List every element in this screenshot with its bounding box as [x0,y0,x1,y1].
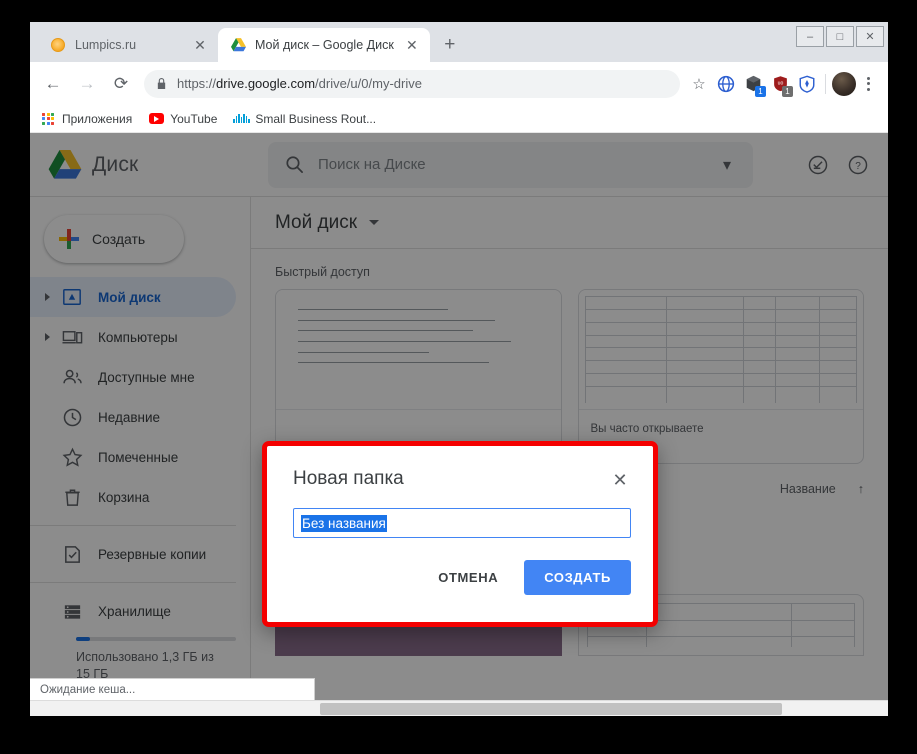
screen-root: Lumpics.ru ✕ Мой диск – Google Диск ✕ + … [0,0,917,754]
url-scheme: https:// [177,76,216,91]
cisco-icon [233,111,249,127]
tab-title: Lumpics.ru [75,38,182,52]
maximize-button[interactable]: □ [826,26,854,47]
apps-grid-icon [40,111,56,127]
shield-extension-icon[interactable] [795,72,819,96]
url-host: drive.google.com [216,76,315,91]
drive-content: Диск Поиск на Диске ▾ [30,133,888,716]
back-icon[interactable]: ← [38,69,68,99]
address-bar[interactable]: https://drive.google.com/drive/u/0/my-dr… [144,70,680,98]
toolbar-divider [825,74,826,94]
orange-circle-icon [50,37,66,53]
browser-toolbar: ← → ⟳ https://drive.google.com/drive/u/0… [30,62,888,105]
bookmark-label: Small Business Rout... [255,112,376,126]
tab-strip: Lumpics.ru ✕ Мой диск – Google Диск ✕ + … [30,22,888,62]
globe-extension-icon[interactable] [714,72,738,96]
folder-name-input[interactable]: Без названия [293,508,631,538]
close-window-button[interactable]: ✕ [856,26,884,47]
horizontal-scrollbar[interactable] [30,700,888,716]
status-bar: Ожидание кеша... [30,678,315,700]
close-icon[interactable]: ✕ [609,469,631,491]
bookmark-apps[interactable]: Приложения [40,111,132,127]
ublock-origin-icon[interactable]: uo 1 [768,72,792,96]
dialog-header: Новая папка ✕ [293,468,631,491]
bookmark-label: YouTube [170,112,217,126]
modal-overlay[interactable] [30,133,888,716]
youtube-icon [148,111,164,127]
badge-count: 1 [782,86,793,97]
close-icon[interactable]: ✕ [192,37,208,53]
google-drive-icon [230,37,246,53]
url-path: /drive/u/0/my-drive [315,76,422,91]
highlight-frame: Новая папка ✕ Без названия ОТМЕНА СОЗДАТ… [262,441,658,627]
tab-lumpics[interactable]: Lumpics.ru ✕ [38,28,218,62]
dialog-title: Новая папка [293,468,609,490]
lock-icon [156,77,167,90]
tab-google-drive[interactable]: Мой диск – Google Диск ✕ [218,28,430,62]
avatar[interactable] [832,72,856,96]
new-tab-button[interactable]: + [436,31,464,59]
minimize-button[interactable]: – [796,26,824,47]
new-folder-dialog: Новая папка ✕ Без названия ОТМЕНА СОЗДАТ… [267,446,653,622]
extensions-area: 1 uo 1 [714,72,819,96]
drive-app: Диск Поиск на Диске ▾ [30,133,888,716]
folder-name-value: Без названия [301,515,387,532]
bookmark-star-icon[interactable]: ☆ [686,71,712,97]
box-extension-icon[interactable]: 1 [741,72,765,96]
browser-window: Lumpics.ru ✕ Мой диск – Google Диск ✕ + … [30,22,888,716]
create-button[interactable]: СОЗДАТЬ [524,560,631,595]
badge-count: 1 [755,86,766,97]
bookmark-small-business-router[interactable]: Small Business Rout... [233,111,376,127]
bookmark-youtube[interactable]: YouTube [148,111,217,127]
bookmark-label: Приложения [62,112,132,126]
kebab-menu-icon[interactable] [856,71,880,97]
url-text: https://drive.google.com/drive/u/0/my-dr… [177,76,422,91]
tab-title: Мой диск – Google Диск [255,38,394,52]
bookmarks-bar: Приложения YouTube Small Business Rout..… [30,105,888,133]
window-controls: – □ ✕ [796,26,884,47]
scrollbar-thumb[interactable] [320,703,782,715]
dialog-actions: ОТМЕНА СОЗДАТЬ [293,560,631,595]
reload-icon[interactable]: ⟳ [106,69,136,99]
forward-icon[interactable]: → [72,69,102,99]
close-icon[interactable]: ✕ [404,37,420,53]
cancel-button[interactable]: ОТМЕНА [424,561,512,594]
